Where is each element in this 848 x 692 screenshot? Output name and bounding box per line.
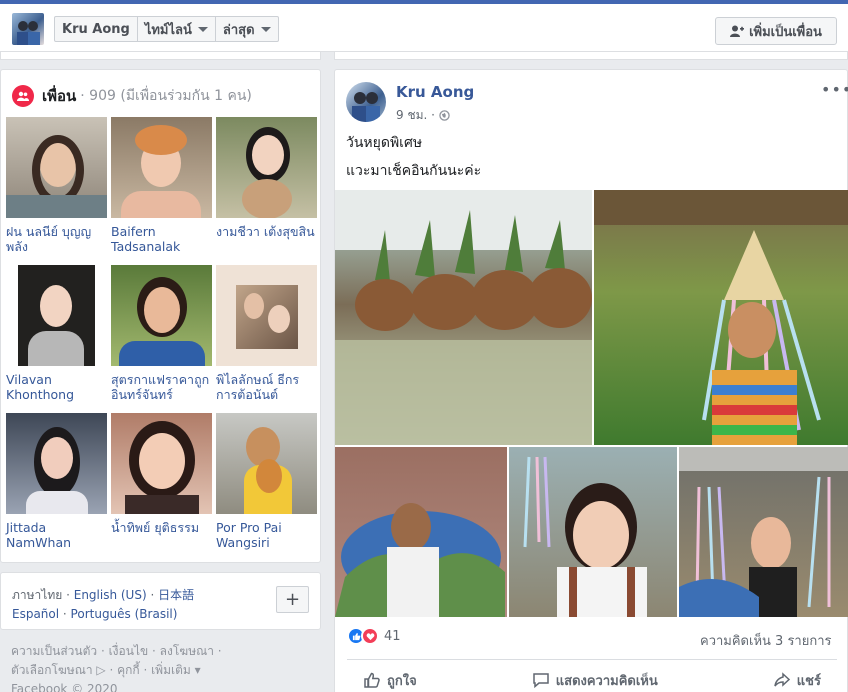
language-japanese[interactable]: 日本語 — [158, 588, 194, 602]
friends-header: เพื่อน · 909 (มีเพื่อนร่วมกัน 1 คน) — [12, 84, 252, 108]
nav-timeline-tab[interactable]: ไทม์ไลน์ — [138, 17, 216, 41]
friend-name[interactable]: ฝน นลนีย์ บุญญพลัง — [6, 224, 107, 254]
reaction-summary[interactable]: 41 — [347, 627, 401, 645]
friend-item[interactable]: พิไลลักษณ์ ธีกรการต้อนันต์ — [216, 265, 317, 413]
like-label: ถูกใจ — [387, 673, 417, 689]
friend-item[interactable]: Por Pro Pai Wangsiri — [216, 413, 317, 561]
post-card: Kru Aong 9 ชม. · ••• วันหยุดพิเศษ แวะมาเ… — [334, 69, 848, 692]
post-photo-woman-ribbons[interactable] — [509, 447, 677, 617]
friend-photo[interactable] — [111, 413, 212, 514]
language-list: ภาษาไทย · English (US) · 日本語 Español · P… — [12, 588, 195, 621]
friend-name[interactable]: Jittada NamWhan — [6, 520, 107, 550]
post-photo-mural[interactable] — [335, 447, 507, 617]
friend-item[interactable]: Vilavan Khonthong — [6, 265, 107, 413]
prev-card-bottom-left — [0, 52, 321, 60]
thumbs-up-icon — [364, 672, 380, 688]
nav-latest-label: ล่าสุด — [222, 22, 255, 38]
reaction-count: 41 — [384, 628, 401, 644]
share-label: แชร์ — [796, 673, 821, 689]
friends-count: · 909 (มีเพื่อนร่วมกัน 1 คน) — [80, 88, 252, 104]
friend-item[interactable]: Jittada NamWhan — [6, 413, 107, 561]
friends-card: เพื่อน · 909 (มีเพื่อนร่วมกัน 1 คน) ฝน น… — [0, 69, 321, 563]
friend-photo[interactable] — [216, 117, 317, 218]
footer-links: ความเป็นส่วนตัว · เงื่อนไข · ลงโฆษณา · ต… — [11, 642, 311, 692]
profile-nav: Kru Aong ไทม์ไลน์ ล่าสุด — [54, 16, 279, 42]
profile-nav-bar: Kru Aong ไทม์ไลน์ ล่าสุด เพิ่มเป็นเพื่อน — [0, 4, 848, 52]
chevron-down-icon — [197, 26, 208, 32]
friend-photo[interactable] — [111, 117, 212, 218]
footer-line-2[interactable]: ตัวเลือกโฆษณา ▷ · คุกกี้ · เพิ่มเติม ▾ — [11, 661, 311, 680]
nav-profile-name[interactable]: Kru Aong — [55, 17, 138, 41]
share-icon — [774, 672, 790, 687]
friend-photo[interactable] — [216, 413, 317, 514]
add-friend-label: เพิ่มเป็นเพื่อน — [749, 24, 822, 40]
post-photo-plants[interactable] — [335, 190, 592, 445]
friend-name[interactable]: สุตรกาแฟราคาถูก อินทร์จันทร์ — [111, 372, 212, 402]
friends-icon — [12, 85, 34, 107]
post-more-menu[interactable]: ••• — [821, 80, 848, 99]
post-time-label: 9 ชม. · — [396, 108, 435, 122]
friend-name[interactable]: งามชีวา เต้งสุขสิน — [216, 224, 317, 239]
friend-name[interactable]: Baifern Tadsanalak — [111, 224, 212, 254]
friend-photo[interactable] — [6, 117, 107, 218]
friend-item[interactable]: ฝน นลนีย์ บุญญพลัง — [6, 117, 107, 265]
comment-label: แสดงความคิดเห็น — [555, 673, 658, 689]
language-portuguese[interactable]: Português (Brasil) — [71, 607, 178, 621]
comment-icon — [533, 673, 549, 689]
nav-timeline-label: ไทม์ไลน์ — [144, 22, 192, 38]
add-friend-button[interactable]: เพิ่มเป็นเพื่อน — [715, 17, 837, 45]
language-current: ภาษาไทย — [12, 588, 63, 602]
friend-item[interactable]: งามชีวา เต้งสุขสิน — [216, 117, 317, 265]
share-button[interactable]: แชร์ — [757, 666, 837, 692]
friend-name[interactable]: Por Pro Pai Wangsiri — [216, 520, 317, 550]
friend-item[interactable]: Baifern Tadsanalak — [111, 117, 212, 265]
friend-photo[interactable] — [6, 413, 107, 514]
post-photo-girl-ribbons[interactable] — [679, 447, 848, 617]
friend-photo[interactable] — [111, 265, 212, 366]
footer-copyright: Facebook © 2020 — [11, 682, 118, 692]
friend-photo[interactable] — [6, 265, 107, 366]
language-spanish[interactable]: Español — [12, 607, 59, 621]
comments-count-link[interactable]: ความคิดเห็น 3 รายการ — [700, 630, 832, 651]
friends-grid: ฝน นลนีย์ บุญญพลัง Baifern Tadsanalak งา… — [6, 117, 317, 561]
footer-line-1[interactable]: ความเป็นส่วนตัว · เงื่อนไข · ลงโฆษณา · — [11, 642, 311, 661]
globe-icon — [439, 110, 450, 121]
post-author-avatar[interactable] — [346, 82, 386, 122]
like-button[interactable]: ถูกใจ — [347, 666, 433, 692]
nav-latest-tab[interactable]: ล่าสุด — [216, 17, 278, 41]
add-language-button[interactable]: + — [276, 586, 309, 613]
friend-name[interactable]: พิไลลักษณ์ ธีกรการต้อนันต์ — [216, 372, 317, 402]
language-english[interactable]: English (US) — [74, 588, 147, 602]
friend-photo[interactable] — [216, 265, 317, 366]
post-author-name[interactable]: Kru Aong — [396, 83, 474, 101]
actions-divider — [347, 659, 837, 660]
friend-name[interactable]: Vilavan Khonthong — [6, 372, 107, 402]
love-reaction-icon — [361, 627, 379, 645]
friend-item[interactable]: น้ำทิพย์ ยุติธรรม — [111, 413, 212, 561]
friend-name[interactable]: น้ำทิพย์ ยุติธรรม — [111, 520, 212, 535]
post-text-line-1: วันหยุดพิเศษ — [346, 135, 423, 151]
add-friend-icon — [730, 25, 745, 37]
comment-button[interactable]: แสดงความคิดเห็น — [516, 666, 674, 692]
friend-item[interactable]: สุตรกาแฟราคาถูก อินทร์จันทร์ — [111, 265, 212, 413]
prev-card-bottom-right — [334, 52, 848, 60]
chevron-down-icon — [260, 26, 271, 32]
post-text-line-2: แวะมาเช็คอินกันนะค่ะ — [346, 163, 482, 179]
profile-avatar[interactable] — [12, 13, 44, 45]
friends-title[interactable]: เพื่อน — [42, 84, 76, 108]
language-card: ภาษาไทย · English (US) · 日本語 Español · P… — [0, 572, 321, 630]
post-timestamp[interactable]: 9 ชม. · — [396, 106, 450, 125]
post-photo-boy-hat[interactable] — [594, 190, 848, 445]
post-actions: ถูกใจ แสดงความคิดเห็น แชร์ — [347, 666, 837, 692]
